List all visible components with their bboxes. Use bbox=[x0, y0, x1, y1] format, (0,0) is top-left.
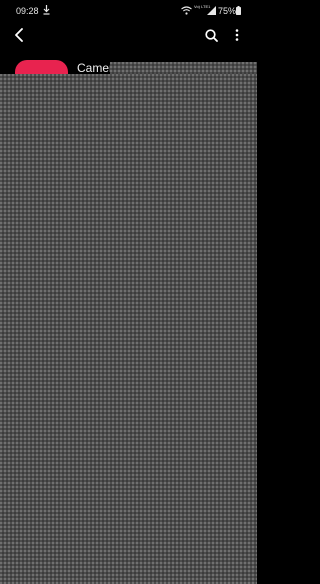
status-time: 09:28 bbox=[16, 6, 39, 16]
wifi-icon bbox=[181, 6, 192, 15]
loading-overlay-top-strip bbox=[110, 62, 257, 74]
battery-icon bbox=[236, 6, 241, 15]
app-bar bbox=[0, 22, 257, 50]
more-options-button[interactable] bbox=[228, 25, 246, 45]
app-info-screen: 09:28 Vo) LTE1 75% Camer bbox=[0, 0, 257, 584]
back-button[interactable] bbox=[9, 25, 29, 45]
back-arrow-icon bbox=[15, 28, 23, 42]
more-vertical-icon bbox=[235, 29, 239, 41]
search-icon bbox=[204, 28, 218, 42]
app-name: Camer bbox=[77, 61, 114, 75]
status-bar: 09:28 Vo) LTE1 75% bbox=[0, 0, 257, 22]
loading-overlay bbox=[0, 74, 257, 584]
search-button[interactable] bbox=[201, 25, 221, 45]
battery-percent: 75% bbox=[218, 6, 237, 16]
download-icon bbox=[43, 5, 50, 15]
signal-icon bbox=[207, 6, 216, 15]
